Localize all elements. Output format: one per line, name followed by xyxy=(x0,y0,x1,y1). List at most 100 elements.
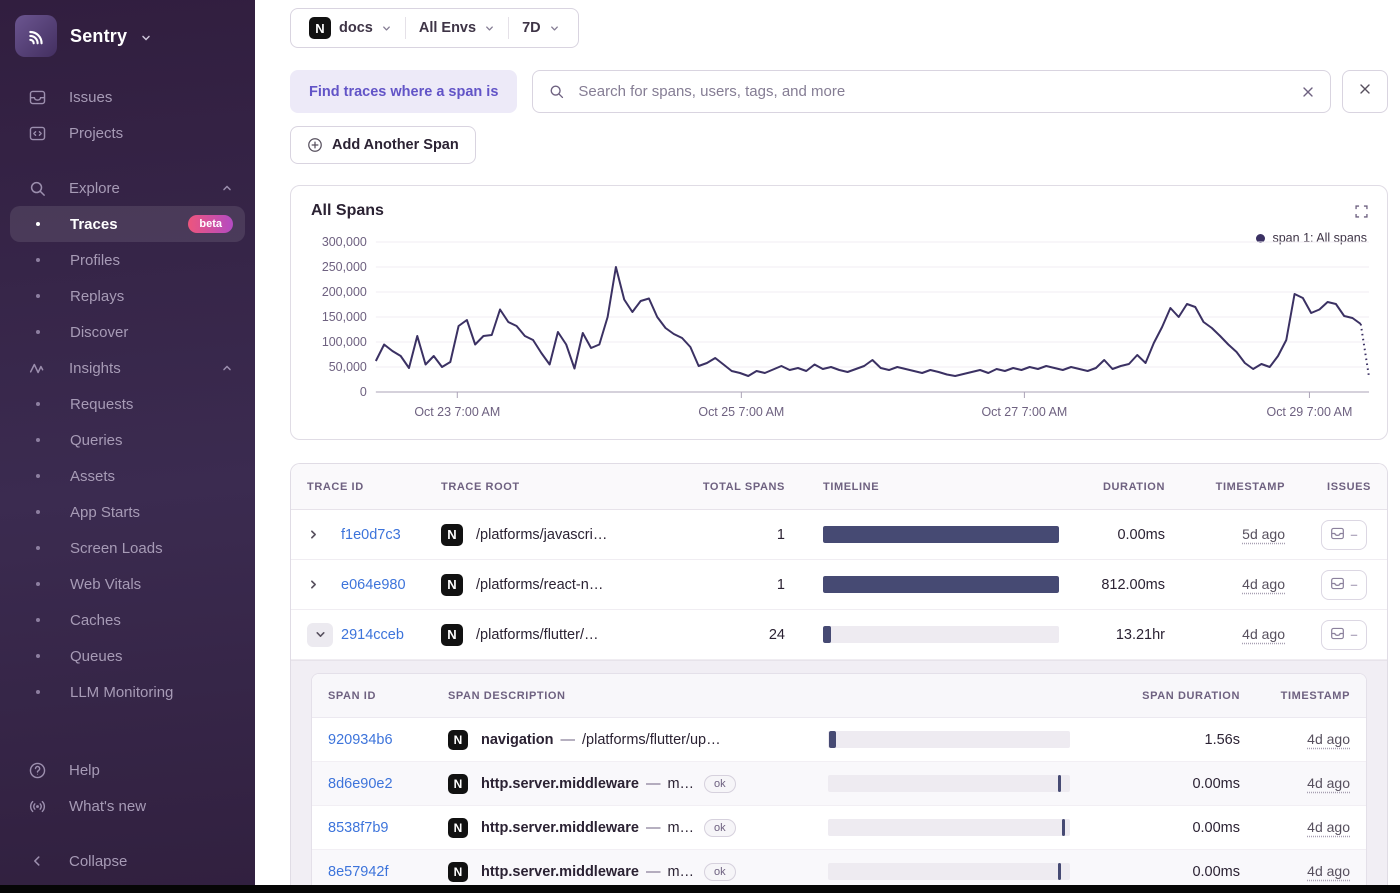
issues-cell: – xyxy=(1321,519,1371,550)
clear-search-icon[interactable] xyxy=(1301,85,1315,99)
span-search-input[interactable] xyxy=(576,82,1290,101)
trace-id-link[interactable]: e064e980 xyxy=(341,577,441,593)
all-spans-line-chart[interactable]: 0 50,000 100,000 150,000 200,000 250,000 300,0… xyxy=(291,230,1387,439)
trace-id-link[interactable]: 2914cceb xyxy=(341,627,441,643)
timeline-cell-inner xyxy=(828,731,1070,748)
y-axis-tick-label: 250,000 xyxy=(322,260,367,274)
project-filter[interactable]: N docs xyxy=(296,17,405,39)
column-header-span-duration: SPAN DURATION xyxy=(1142,689,1240,702)
timeline-track xyxy=(828,731,1070,748)
sidebar-item-label: Help xyxy=(69,761,100,779)
expand-chart-button[interactable] xyxy=(1354,204,1369,224)
span-timestamp-link[interactable]: 4d ago xyxy=(1307,775,1350,791)
sidebar-item-label: Web Vitals xyxy=(70,575,142,593)
environment-filter[interactable]: All Envs xyxy=(406,20,508,36)
bullet-icon xyxy=(36,582,40,586)
chevron-down-icon xyxy=(381,23,392,34)
separator-dash: — xyxy=(645,863,661,880)
sidebar-section-insights[interactable]: Insights xyxy=(0,350,255,386)
trace-issues-button[interactable]: – xyxy=(1321,619,1367,650)
add-another-span-button[interactable]: Add Another Span xyxy=(290,126,476,164)
trace-timestamp-link[interactable]: 4d ago xyxy=(1242,576,1285,592)
sidebar-footer: Help What's new Collapse xyxy=(0,752,255,893)
sidebar-item-issues[interactable]: Issues xyxy=(0,79,255,115)
sidebar-item-app-starts[interactable]: App Starts xyxy=(0,494,255,530)
sidebar-item-label: App Starts xyxy=(70,503,141,521)
sidebar-item-requests[interactable]: Requests xyxy=(0,386,255,422)
trace-issues-button[interactable]: – xyxy=(1321,569,1367,600)
sidebar-item-replays[interactable]: Replays xyxy=(0,278,255,314)
sidebar-item-web-vitals[interactable]: Web Vitals xyxy=(0,566,255,602)
sidebar-collapse-button[interactable]: Collapse xyxy=(0,843,255,879)
trace-timestamp-link[interactable]: 5d ago xyxy=(1242,526,1285,542)
timeline-bar xyxy=(1061,819,1065,836)
search-icon xyxy=(27,179,47,198)
sidebar-item-help[interactable]: Help xyxy=(0,752,255,788)
span-id-link[interactable]: 8538f7b9 xyxy=(328,820,448,836)
sidebar-item-label: Requests xyxy=(70,395,134,413)
span-timestamp-link[interactable]: 4d ago xyxy=(1307,863,1350,879)
sidebar-item-screen-loads[interactable]: Screen Loads xyxy=(0,530,255,566)
main-content: N docs All Envs 7D Find traces where a s… xyxy=(255,0,1400,893)
nextjs-project-icon: N xyxy=(448,773,468,794)
sidebar-item-assets[interactable]: Assets xyxy=(0,458,255,494)
span-id-link[interactable]: 920934b6 xyxy=(328,732,448,748)
sidebar-section-explore[interactable]: Explore xyxy=(0,170,255,206)
trace-table-row: f1e0d7c3 N/platforms/javascri… 1 0.00ms 5d a… xyxy=(291,510,1387,560)
span-id-link[interactable]: 8e57942f xyxy=(328,864,448,880)
timeline-cell-inner xyxy=(823,576,1059,593)
sidebar-item-projects[interactable]: Projects xyxy=(0,115,255,151)
span-timestamp-link[interactable]: 4d ago xyxy=(1307,731,1350,747)
bullet-icon xyxy=(36,618,40,622)
sidebar-item-profiles[interactable]: Profiles xyxy=(0,242,255,278)
chevron-up-icon xyxy=(221,182,233,194)
remove-span-condition-button[interactable] xyxy=(1342,70,1388,113)
total-spans-value: 1 xyxy=(776,526,785,543)
environment-filter-value: All Envs xyxy=(418,20,477,36)
pulse-icon xyxy=(27,359,47,378)
x-axis-tick-label: Oct 27 7:00 AM xyxy=(981,405,1067,419)
nextjs-project-icon: N xyxy=(441,573,463,596)
span-status-badge: ok xyxy=(704,818,736,837)
sidebar-item-traces[interactable]: Traces beta xyxy=(10,206,245,242)
separator-dash: — xyxy=(560,731,576,748)
app-window: Sentry Issues Projects Explore Traces beta Pr… xyxy=(0,0,1400,893)
issues-icon xyxy=(27,88,47,107)
date-range-filter[interactable]: 7D xyxy=(509,20,573,36)
sidebar-item-discover[interactable]: Discover xyxy=(0,314,255,350)
sidebar-item-caches[interactable]: Caches xyxy=(0,602,255,638)
page-filter-bar: N docs All Envs 7D xyxy=(290,8,579,48)
expand-trace-button[interactable] xyxy=(307,528,341,541)
x-axis-tick-label: Oct 29 7:00 AM xyxy=(1267,405,1353,419)
span-search-box xyxy=(532,70,1331,113)
span-description-text: /platforms/flutter/up… xyxy=(582,731,721,748)
span-description-text: m… xyxy=(667,819,695,836)
timeline-bar xyxy=(828,731,837,748)
sidebar-item-label: Discover xyxy=(70,323,129,341)
timeline-track xyxy=(828,863,1070,880)
trace-timestamp-link[interactable]: 4d ago xyxy=(1242,626,1285,642)
issues-icon xyxy=(1330,526,1345,544)
span-id-link[interactable]: 8d6e90e2 xyxy=(328,776,448,792)
org-switcher[interactable]: Sentry xyxy=(0,0,255,71)
collapse-trace-button[interactable] xyxy=(307,622,333,647)
separator-dash: — xyxy=(645,819,661,836)
nextjs-project-icon: N xyxy=(441,623,463,646)
nextjs-project-icon: N xyxy=(448,861,468,882)
nextjs-project-icon: N xyxy=(441,523,463,546)
sidebar-item-label: Issues xyxy=(69,88,113,106)
span-table-row: 920934b6 Nnavigation — /platforms/flutter/u… xyxy=(312,718,1366,762)
trace-id-link[interactable]: f1e0d7c3 xyxy=(341,527,441,543)
timeline-cell-inner xyxy=(823,526,1059,543)
sidebar-item-label: Queues xyxy=(70,647,123,665)
trace-root-text: /platforms/javascri… xyxy=(476,526,608,543)
trace-issues-button[interactable]: – xyxy=(1321,519,1367,550)
column-header-duration: DURATION xyxy=(1102,480,1165,493)
expand-trace-button[interactable] xyxy=(307,578,341,591)
sidebar-item-llm-monitoring[interactable]: LLM Monitoring xyxy=(0,674,255,710)
span-timestamp-link[interactable]: 4d ago xyxy=(1307,819,1350,835)
sidebar-item-whats-new[interactable]: What's new xyxy=(0,788,255,824)
column-header-span-id: SPAN ID xyxy=(328,689,377,702)
sidebar-item-queues[interactable]: Queues xyxy=(0,638,255,674)
sidebar-item-queries[interactable]: Queries xyxy=(0,422,255,458)
